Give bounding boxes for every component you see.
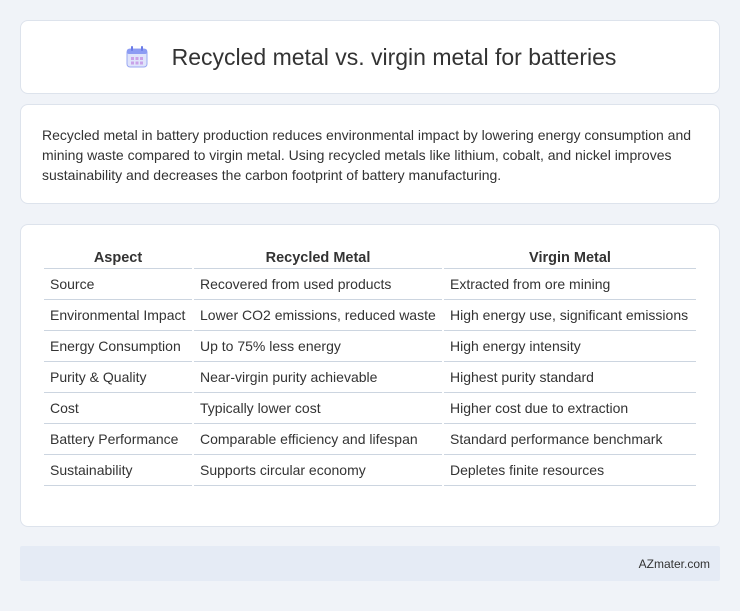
table-cell: Depletes finite resources (444, 455, 696, 486)
header-virgin-metal: Virgin Metal (444, 245, 696, 269)
table-cell: Comparable efficiency and lifespan (194, 424, 442, 455)
table-cell: Standard performance benchmark (444, 424, 696, 455)
table-cell: Purity & Quality (44, 362, 192, 393)
table-row: Sustainability Supports circular economy… (44, 455, 696, 486)
title-card: Recycled metal vs. virgin metal for batt… (20, 20, 720, 94)
comparison-table: Aspect Recycled Metal Virgin Metal Sourc… (42, 245, 698, 486)
table-row: Energy Consumption Up to 75% less energy… (44, 331, 696, 362)
header-aspect: Aspect (44, 245, 192, 269)
header-recycled-metal: Recycled Metal (194, 245, 442, 269)
table-cell: Source (44, 269, 192, 300)
intro-text: Recycled metal in battery production red… (42, 127, 692, 183)
table-cell: Typically lower cost (194, 393, 442, 424)
table-cell: Recovered from used products (194, 269, 442, 300)
table-cell: Environmental Impact (44, 300, 192, 331)
intro-card: Recycled metal in battery production red… (20, 104, 720, 204)
footer: AZmater.com (20, 546, 720, 581)
table-row: Battery Performance Comparable efficienc… (44, 424, 696, 455)
table-cell: Higher cost due to extraction (444, 393, 696, 424)
table-row: Purity & Quality Near-virgin purity achi… (44, 362, 696, 393)
table-cell: Supports circular economy (194, 455, 442, 486)
calendar-icon (126, 46, 148, 68)
table-cell: Sustainability (44, 455, 192, 486)
page-title: Recycled metal vs. virgin metal for batt… (171, 43, 617, 70)
table-row: Source Recovered from used products Extr… (44, 269, 696, 300)
table-cell: Energy Consumption (44, 331, 192, 362)
table-cell: Extracted from ore mining (444, 269, 696, 300)
table-cell: High energy use, significant emissions (444, 300, 696, 331)
table-cell: Near-virgin purity achievable (194, 362, 442, 393)
table-row: Cost Typically lower cost Higher cost du… (44, 393, 696, 424)
table-cell: Cost (44, 393, 192, 424)
table-row: Environmental Impact Lower CO2 emissions… (44, 300, 696, 331)
table-cell: High energy intensity (444, 331, 696, 362)
table-cell: Battery Performance (44, 424, 192, 455)
table-header-row: Aspect Recycled Metal Virgin Metal (44, 245, 696, 269)
table-cell: Highest purity standard (444, 362, 696, 393)
comparison-card: Aspect Recycled Metal Virgin Metal Sourc… (20, 224, 720, 527)
table-cell: Up to 75% less energy (194, 331, 442, 362)
footer-site-link[interactable]: AZmater.com (639, 557, 710, 571)
table-cell: Lower CO2 emissions, reduced waste (194, 300, 442, 331)
